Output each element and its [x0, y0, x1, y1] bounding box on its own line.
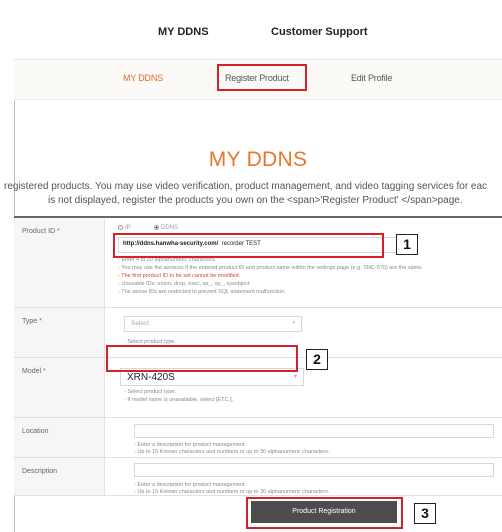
description-hint: - Up to 15 Korean characters and numbers… — [134, 489, 330, 495]
product-id-warning: - The first product ID to be set cannot … — [118, 273, 241, 279]
register-product-highlight — [217, 64, 307, 91]
model-hint: - If model name is unavailable, select [… — [124, 397, 234, 403]
location-input[interactable] — [134, 424, 494, 438]
product-id-hint: - Enter 4 to 20 alphanumeric characters. — [118, 257, 217, 263]
type-select[interactable]: Select ▾ — [124, 316, 302, 332]
product-id-row: Product ID * IP DDNS http://ddns.hanwha-… — [14, 218, 502, 308]
intro-text-line-2: is not displayed, register the products … — [48, 195, 463, 206]
chevron-down-icon: ▾ — [293, 374, 297, 380]
product-id-highlight — [113, 233, 384, 258]
intro-text-line-1: registered products. You may use video v… — [4, 181, 488, 192]
description-hint: - Enter a description for product manage… — [134, 482, 247, 488]
product-id-hint: - You may use the services if the entere… — [118, 265, 423, 271]
tab-edit-profile[interactable]: Edit Profile — [351, 73, 392, 83]
top-nav: MY DDNS Customer Support — [14, 0, 502, 60]
callout-number-1: 1 — [396, 234, 418, 255]
location-hint: - Enter a description for product manage… — [134, 442, 247, 448]
type-label: Type * — [14, 308, 105, 357]
callout-number-3: 3 — [414, 503, 436, 524]
location-row: Location - Enter a description for produ… — [14, 418, 502, 458]
page-title: MY DDNS — [208, 148, 308, 171]
model-label: Model * — [14, 358, 105, 417]
radio-ip-icon — [118, 225, 123, 230]
product-id-hint: - The above IDs are restricted to preven… — [118, 289, 286, 295]
location-hint: - Up to 15 Korean characters and numbers… — [134, 449, 330, 455]
radio-ddns[interactable]: DDNS — [154, 225, 178, 231]
registration-button-highlight — [246, 497, 403, 529]
tab-my-ddns[interactable]: MY DDNS — [123, 73, 163, 83]
location-label: Location — [14, 418, 105, 457]
model-highlight — [106, 345, 298, 372]
description-label: Description — [14, 458, 105, 495]
description-input[interactable] — [134, 463, 494, 477]
description-row: Description - Enter a description for pr… — [14, 458, 502, 496]
product-id-label: Product ID * — [14, 218, 105, 307]
product-id-hint: - Unusable IDs: union, drop, exec, sp_, … — [118, 281, 250, 287]
callout-number-2: 2 — [306, 349, 328, 370]
model-hint: - Select product type. — [124, 389, 176, 395]
chevron-down-icon: ▾ — [292, 320, 295, 326]
radio-ddns-icon — [154, 225, 159, 230]
radio-ip[interactable]: IP — [118, 225, 131, 231]
nav-my-ddns[interactable]: MY DDNS — [158, 26, 209, 38]
nav-customer-support[interactable]: Customer Support — [271, 26, 368, 38]
